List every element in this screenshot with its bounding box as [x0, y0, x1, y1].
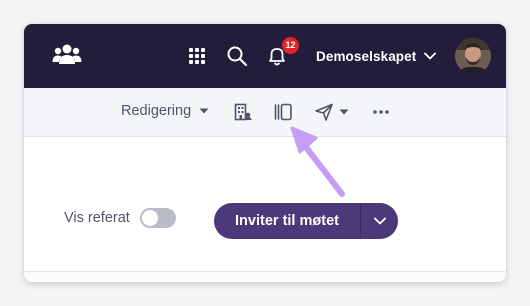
apps-grid-icon[interactable] [188, 47, 206, 65]
organization-switcher[interactable]: Demoselskapet [316, 44, 437, 68]
annotation-arrow-icon [290, 126, 345, 197]
send-icon[interactable] [314, 102, 334, 122]
user-avatar[interactable] [455, 38, 491, 74]
side-panel-icon[interactable] [273, 102, 293, 122]
invite-to-meeting-button[interactable]: Inviter til møtet [214, 203, 360, 239]
edit-mode-dropdown[interactable]: Redigering [121, 103, 209, 119]
show-minutes-toggle-row: Vis referat [64, 208, 176, 228]
notification-count-badge: 12 [282, 37, 299, 54]
caret-down-icon [199, 108, 209, 114]
chevron-down-icon [373, 217, 386, 225]
more-icon[interactable] [372, 109, 390, 115]
chevron-down-icon [424, 52, 437, 60]
top-navigation-bar: 12 Demoselskapet [24, 24, 506, 88]
toggle-knob [141, 210, 158, 226]
card-footer-divider [24, 271, 506, 282]
meeting-card: 12 Demoselskapet Redigering Vis referat … [24, 24, 506, 282]
document-toolbar: Redigering [24, 88, 506, 137]
invite-options-dropdown[interactable] [361, 203, 398, 239]
invite-split-button: Inviter til møtet [214, 203, 398, 239]
building-icon[interactable] [234, 103, 252, 121]
show-minutes-toggle[interactable] [139, 208, 176, 228]
avatar-photo-icon [455, 38, 491, 74]
organization-name: Demoselskapet [316, 48, 417, 64]
send-options-caret-icon[interactable] [339, 109, 349, 115]
edit-mode-label: Redigering [121, 103, 192, 119]
search-icon[interactable] [226, 45, 248, 67]
people-logo-icon[interactable] [52, 42, 82, 68]
show-minutes-label: Vis referat [64, 210, 130, 226]
